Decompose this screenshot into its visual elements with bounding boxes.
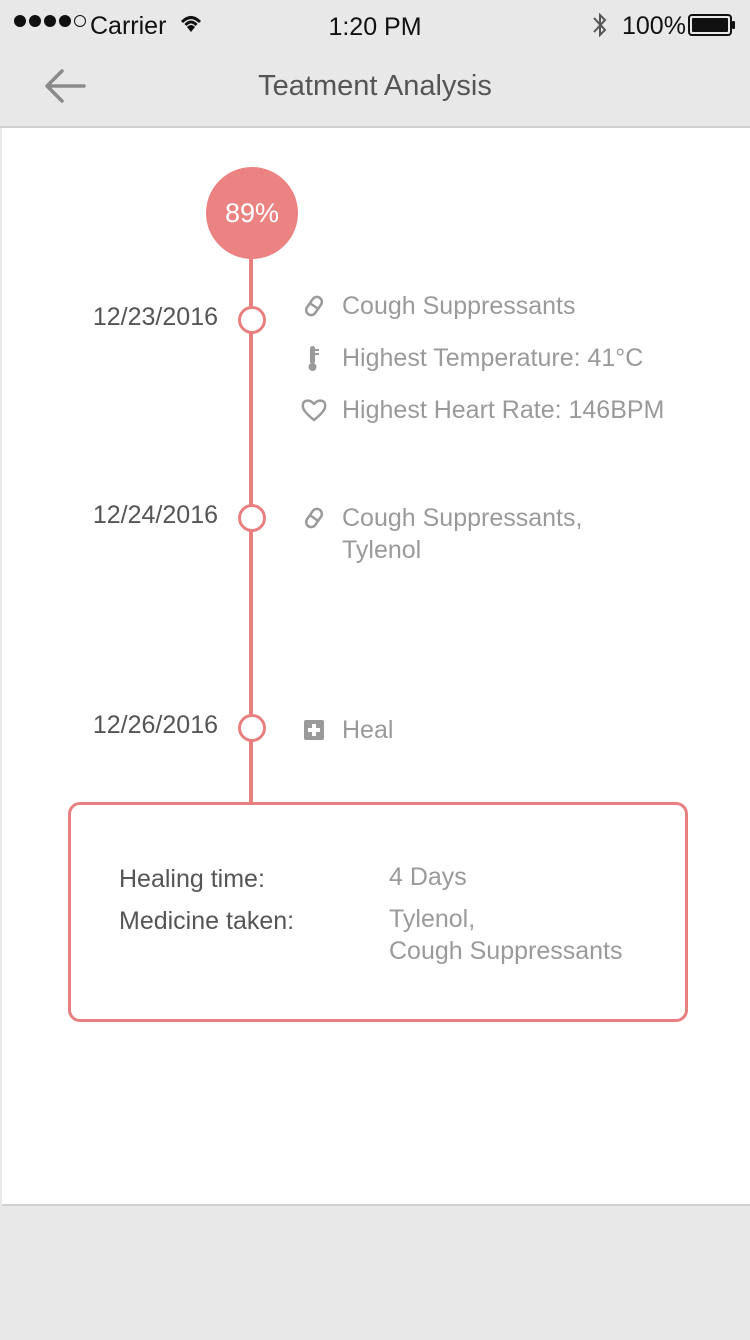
timeline-item-text: Cough Suppressants, Tylenol bbox=[342, 504, 583, 564]
score-badge: 89% bbox=[206, 167, 298, 259]
timeline-item: Heal bbox=[300, 714, 662, 746]
healing-time-value: 4 Days bbox=[389, 863, 467, 891]
timeline-node bbox=[238, 714, 266, 742]
thermometer-icon bbox=[308, 346, 319, 371]
timeline-item: Highest Heart Rate: 146BPM bbox=[300, 394, 722, 426]
navigation-bar: Teatment Analysis bbox=[0, 54, 750, 128]
timeline-item-text: Heal bbox=[342, 716, 394, 744]
medicine-taken-value: Cough Suppressants bbox=[389, 937, 623, 965]
timeline-date: 12/24/2016 bbox=[92, 501, 218, 529]
pill-icon bbox=[304, 295, 324, 317]
summary-box: Healing time: 4 Days Medicine taken: Tyl… bbox=[68, 802, 688, 1022]
timeline-item-text: Highest Heart Rate: 146BPM bbox=[342, 396, 665, 424]
timeline-item: Cough Suppressants, Tylenol bbox=[300, 502, 622, 566]
battery-percentage: 100% bbox=[622, 12, 686, 40]
page-title: Teatment Analysis bbox=[258, 70, 492, 102]
battery-icon bbox=[688, 14, 735, 36]
healing-time-label: Healing time: bbox=[119, 865, 265, 893]
timeline-item: Highest Temperature: 41°C bbox=[300, 342, 702, 374]
status-bar: Carrier 1:20 PM 100% bbox=[0, 0, 750, 54]
medicine-taken-value: Tylenol, bbox=[389, 905, 476, 933]
medical-cross-icon bbox=[304, 720, 324, 740]
timeline-node bbox=[238, 504, 266, 532]
timeline-item-text: Highest Temperature: 41°C bbox=[342, 344, 644, 372]
timeline-item: Cough Suppressants bbox=[300, 290, 662, 322]
timeline-date: 12/26/2016 bbox=[92, 711, 218, 739]
pill-icon bbox=[304, 507, 324, 529]
heart-icon bbox=[301, 399, 327, 422]
timeline-node bbox=[238, 306, 266, 334]
timeline-item-text: Cough Suppressants bbox=[342, 292, 576, 320]
bluetooth-icon bbox=[593, 12, 607, 38]
medicine-taken-label: Medicine taken: bbox=[119, 907, 295, 935]
timeline-date: 12/23/2016 bbox=[92, 303, 218, 331]
